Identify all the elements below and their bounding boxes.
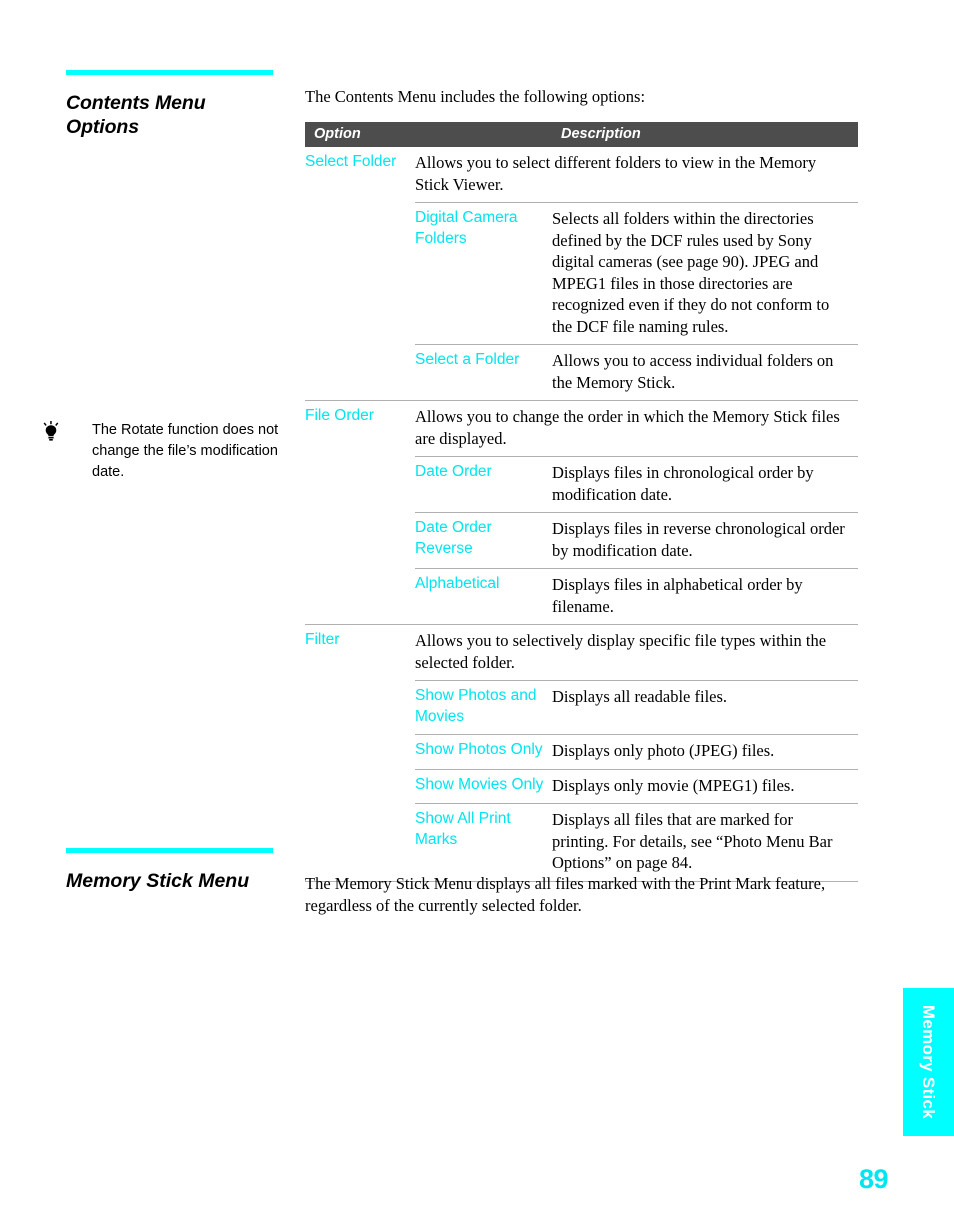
table-row: Select a Folder Allows you to access indi… — [305, 344, 858, 401]
table-cell-description: Displays only photo (JPEG) files. — [552, 734, 858, 769]
table-cell-indent — [305, 769, 415, 804]
table-row: Select Folder Allows you to select differ… — [305, 147, 858, 203]
page-number: 89 — [858, 1164, 889, 1194]
table-row: Digital Camera Folders Selects all folder… — [305, 202, 858, 345]
table-cell-description: Displays files in reverse chronological … — [552, 512, 858, 569]
table-header-row: Option Description — [305, 122, 858, 147]
table-cell-sub-option[interactable]: Show All Print Marks — [415, 803, 552, 881]
page-title-line-1: Contents Menu — [66, 92, 206, 114]
table-row: Show Photos and Movies Displays all reada… — [305, 680, 858, 735]
table-row: Date Order Displays files in chronologica… — [305, 456, 858, 513]
table-cell-sub-option[interactable]: Digital Camera Folders — [415, 202, 552, 345]
table-row: File Order Allows you to change the order… — [305, 400, 858, 457]
table-cell-indent — [305, 513, 415, 569]
table-cell-sub-option[interactable]: Select a Folder — [415, 344, 552, 401]
page-title: Contents Menu Options — [66, 91, 276, 139]
table-cell-indent — [305, 569, 415, 625]
table-cell-description: Allows you to access individual folders … — [552, 344, 858, 401]
table-cell-description: Displays all readable files. — [552, 680, 858, 735]
lightbulb-tip-icon — [40, 421, 62, 441]
table-cell-indent — [305, 345, 415, 401]
table-cell-sub-option[interactable]: Show Photos and Movies — [415, 680, 552, 735]
table-cell-indent — [305, 457, 415, 513]
section2-title: Memory Stick Menu — [66, 870, 250, 892]
table-cell-description: Allows you to selectively display specif… — [415, 624, 858, 681]
table-row: Date Order Reverse Displays files in reve… — [305, 512, 858, 569]
table-cell-indent — [305, 203, 415, 345]
side-tab-memory-stick: Memory Stick — [903, 988, 954, 1136]
table-cell-sub-option[interactable]: Show Movies Only — [415, 768, 552, 804]
section-heading-contents-menu-options: Contents Menu Options — [66, 70, 276, 139]
contents-menu-options-table: Option Description Select Folder Allows y… — [305, 122, 858, 882]
table-cell-indent — [305, 681, 415, 735]
table-cell-description: Selects all folders within the directori… — [552, 202, 858, 345]
page-title-line-2: Options — [66, 116, 139, 138]
table-cell-indent — [305, 735, 415, 770]
table-cell-description: Allows you to change the order in which … — [415, 400, 858, 457]
table-cell-sub-option[interactable]: Alphabetical — [415, 568, 552, 625]
table-row: Show Movies Only Displays only movie (MPE… — [305, 768, 858, 804]
table-cell-sub-option[interactable]: Date Order — [415, 456, 552, 513]
heading-rule-2 — [66, 848, 273, 853]
table-row: Show All Print Marks Displays all files t… — [305, 803, 858, 882]
section-heading-memory-stick-menu: Memory Stick Menu — [66, 848, 276, 893]
table-cell-option[interactable]: Filter — [305, 624, 415, 681]
table-cell-description: Allows you to select different folders t… — [415, 153, 817, 194]
intro-paragraph: The Contents Menu includes the following… — [305, 87, 646, 106]
table-cell-option[interactable]: File Order — [305, 400, 415, 457]
table-row: Filter Allows you to selectively display … — [305, 624, 858, 681]
table-header-description: Description — [552, 122, 858, 147]
section2-body: The Memory Stick Menu displays all files… — [305, 874, 826, 915]
tip-note: The Rotate function does not change the … — [43, 420, 281, 483]
table-cell-description: Displays files in alphabetical order by … — [552, 568, 858, 625]
table-cell-sub-option[interactable]: Show Photos Only — [415, 734, 552, 769]
tip-text: The Rotate function does not change the … — [92, 422, 279, 480]
table-row: Alphabetical Displays files in alphabetic… — [305, 568, 858, 625]
table-cell-description: Displays all files that are marked for p… — [552, 803, 858, 881]
table-cell-description: Displays files in chronological order by… — [552, 456, 858, 513]
main-content: The Contents Menu includes the following… — [305, 86, 858, 882]
side-tab-label: Memory Stick — [919, 1004, 939, 1120]
table-cell-description: Displays only movie (MPEG1) files. — [552, 768, 858, 804]
table-header-option: Option — [305, 122, 552, 147]
table-cell-option[interactable]: Select Folder — [305, 147, 415, 203]
table-cell-indent — [305, 804, 415, 882]
table-row: Show Photos Only Displays only photo (JPE… — [305, 734, 858, 770]
heading-rule — [66, 70, 273, 75]
table-cell-sub-option[interactable]: Date Order Reverse — [415, 512, 552, 569]
